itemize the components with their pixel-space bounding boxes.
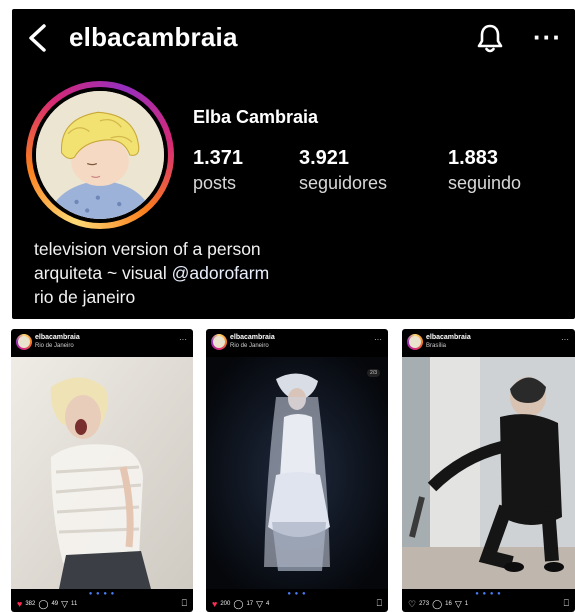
likes-count: 200 — [220, 601, 231, 607]
heart-filled-icon[interactable]: ♥ — [17, 599, 22, 609]
more-horizontal-icon[interactable]: ··· — [179, 335, 187, 344]
post-avatar[interactable] — [211, 334, 227, 350]
post-location[interactable]: Rio de Janeiro — [35, 343, 74, 349]
comment-icon[interactable]: ◯ — [233, 599, 243, 610]
profile-header-panel: elbacambraia ··· Elba Cambraia 1.371 pos… — [12, 9, 575, 319]
heart-outline-icon[interactable]: ♡ — [408, 599, 416, 610]
avatar — [36, 91, 164, 219]
post-actions: ♥ 382 ◯ 49 ▽ 11 — [17, 598, 77, 610]
carousel-dots: ● ● ● ● — [475, 591, 502, 597]
profile-username: elbacambraia — [69, 22, 238, 52]
stat-followers[interactable]: 3.921 seguidores — [299, 147, 387, 194]
stat-following-count: 1.883 — [448, 147, 499, 169]
post-username[interactable]: elbacambraia — [230, 334, 275, 341]
post-photo[interactable] — [206, 357, 388, 589]
heart-filled-icon[interactable]: ♥ — [212, 599, 217, 609]
shares-count: 4 — [266, 601, 270, 607]
share-icon[interactable]: ▽ — [455, 599, 462, 610]
more-horizontal-icon[interactable]: ··· — [561, 335, 569, 344]
carousel-counter: 2/3 — [367, 369, 380, 377]
comment-icon[interactable]: ◯ — [38, 599, 48, 610]
likes-count: 273 — [419, 601, 430, 607]
bookmark-icon[interactable]: ⎕ — [564, 598, 569, 609]
bio-line: rio de janeiro — [34, 287, 136, 307]
post-card[interactable]: elbacambraia Rio de Janeiro ··· 2/3 ● ● … — [206, 329, 388, 612]
stat-following[interactable]: 1.883 seguindo — [448, 147, 521, 194]
post-location[interactable]: Brasília — [426, 343, 446, 349]
stat-posts-count: 1.371 — [193, 147, 244, 169]
post-actions: ♥ 200 ◯ 17 ▽ 4 — [212, 598, 269, 610]
stat-posts-label: posts — [193, 173, 237, 193]
stat-posts[interactable]: 1.371 posts — [193, 147, 243, 194]
comments-count: 49 — [51, 601, 59, 607]
post-username[interactable]: elbacambraia — [35, 334, 80, 341]
more-horizontal-icon[interactable]: ··· — [374, 335, 382, 344]
post-location[interactable]: Rio de Janeiro — [230, 343, 269, 349]
bio-text: arquiteta ~ visual — [34, 263, 172, 283]
carousel-dots: ● ● ● — [287, 591, 307, 597]
post-avatar[interactable] — [407, 334, 423, 350]
share-icon[interactable]: ▽ — [256, 599, 263, 610]
comment-icon[interactable]: ◯ — [432, 599, 442, 610]
comments-count: 17 — [246, 601, 254, 607]
bookmark-icon[interactable]: ⎕ — [182, 598, 187, 609]
post-header: elbacambraia Rio de Janeiro ··· — [11, 329, 193, 357]
profile-bio: television version of a person arquiteta… — [34, 237, 269, 309]
post-photo[interactable] — [402, 357, 575, 589]
likes-count: 382 — [25, 601, 36, 607]
carousel-dots: ● ● ● ● — [88, 591, 116, 597]
story-ring[interactable] — [26, 81, 174, 229]
post-username[interactable]: elbacambraia — [426, 334, 471, 341]
stat-followers-count: 3.921 — [299, 147, 350, 169]
post-card[interactable]: elbacambraia Brasília ··· ● ● ● ● ♡ 273 … — [402, 329, 575, 612]
bookmark-icon[interactable]: ⎕ — [377, 598, 382, 609]
shares-count: 11 — [71, 601, 78, 607]
post-actions: ♡ 273 ◯ 16 ▽ 1 — [408, 598, 468, 610]
bio-line: television version of a person — [34, 239, 261, 259]
display-name: Elba Cambraia — [193, 107, 319, 127]
bell-icon[interactable] — [475, 22, 505, 54]
chevron-left-icon[interactable] — [26, 23, 48, 53]
stat-following-label: seguindo — [448, 173, 522, 193]
post-header: elbacambraia Brasília ··· — [402, 329, 575, 357]
comments-count: 16 — [445, 601, 452, 607]
more-horizontal-icon[interactable]: ··· — [533, 24, 562, 50]
post-avatar[interactable] — [16, 334, 32, 350]
post-card[interactable]: elbacambraia Rio de Janeiro ··· ● ● ● ● … — [11, 329, 193, 612]
bio-mention-link[interactable]: @adorofarm — [172, 263, 270, 283]
post-photo[interactable] — [11, 357, 193, 589]
stat-followers-label: seguidores — [299, 173, 388, 193]
share-icon[interactable]: ▽ — [61, 599, 68, 610]
shares-count: 1 — [464, 601, 469, 607]
post-header: elbacambraia Rio de Janeiro ··· — [206, 329, 388, 357]
bio-line: arquiteta ~ visual @adorofarm — [34, 261, 269, 285]
